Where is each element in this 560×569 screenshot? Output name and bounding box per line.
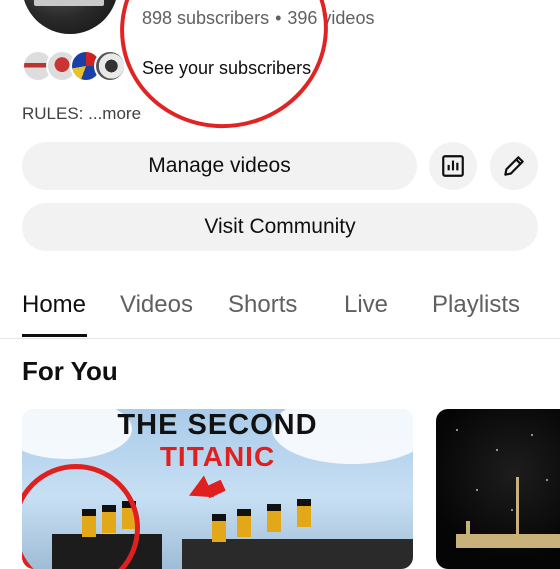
- video-thumbnail[interactable]: THE SECOND TITANIC: [22, 409, 413, 569]
- thumbnail-star: [511, 509, 513, 511]
- thumbnail-title-line1: THE SECOND: [117, 409, 318, 441]
- thumbnail-star: [546, 479, 548, 481]
- ship-hull: [182, 539, 413, 569]
- visit-community-button[interactable]: Visit Community: [22, 203, 538, 251]
- tab-shorts[interactable]: Shorts: [228, 291, 297, 319]
- channel-description[interactable]: RULES: ...more: [22, 104, 141, 124]
- tab-videos[interactable]: Videos: [120, 291, 193, 319]
- visit-community-label: Visit Community: [204, 215, 356, 238]
- section-title: For You: [22, 356, 118, 386]
- active-tab-indicator: [22, 334, 87, 337]
- thumbnail-star: [476, 489, 478, 491]
- video-thumbnail[interactable]: [436, 409, 560, 569]
- annotation-circle: [107, 0, 341, 142]
- channel-tabs: Home Videos Shorts Live Playlists: [0, 282, 560, 339]
- tab-home[interactable]: Home: [22, 291, 86, 319]
- manage-videos-button[interactable]: Manage videos: [22, 142, 417, 190]
- ship-mast: [466, 521, 470, 535]
- pencil-icon: [504, 156, 524, 176]
- avatar-ship-graphic: [34, 0, 104, 6]
- tab-live[interactable]: Live: [344, 291, 388, 319]
- subscriber-avatar: [94, 50, 126, 82]
- ship-silhouette: [456, 534, 560, 548]
- analytics-button[interactable]: [429, 142, 477, 190]
- ship-funnel: [297, 499, 311, 527]
- thumbnail-highlight-ring: [22, 464, 140, 569]
- manage-videos-label: Manage videos: [148, 154, 291, 177]
- thumbnail-star: [531, 434, 533, 436]
- thumbnail-star: [496, 449, 498, 451]
- edit-button[interactable]: [490, 142, 538, 190]
- ship-mast: [516, 477, 519, 535]
- thumbnail-star: [456, 429, 458, 431]
- ship-funnel: [237, 509, 251, 537]
- tab-playlists[interactable]: Playlists: [432, 291, 520, 319]
- ship-funnel: [212, 514, 226, 542]
- channel-avatar[interactable]: [22, 0, 118, 34]
- analytics-icon: [442, 155, 464, 177]
- ship-funnel: [267, 504, 281, 532]
